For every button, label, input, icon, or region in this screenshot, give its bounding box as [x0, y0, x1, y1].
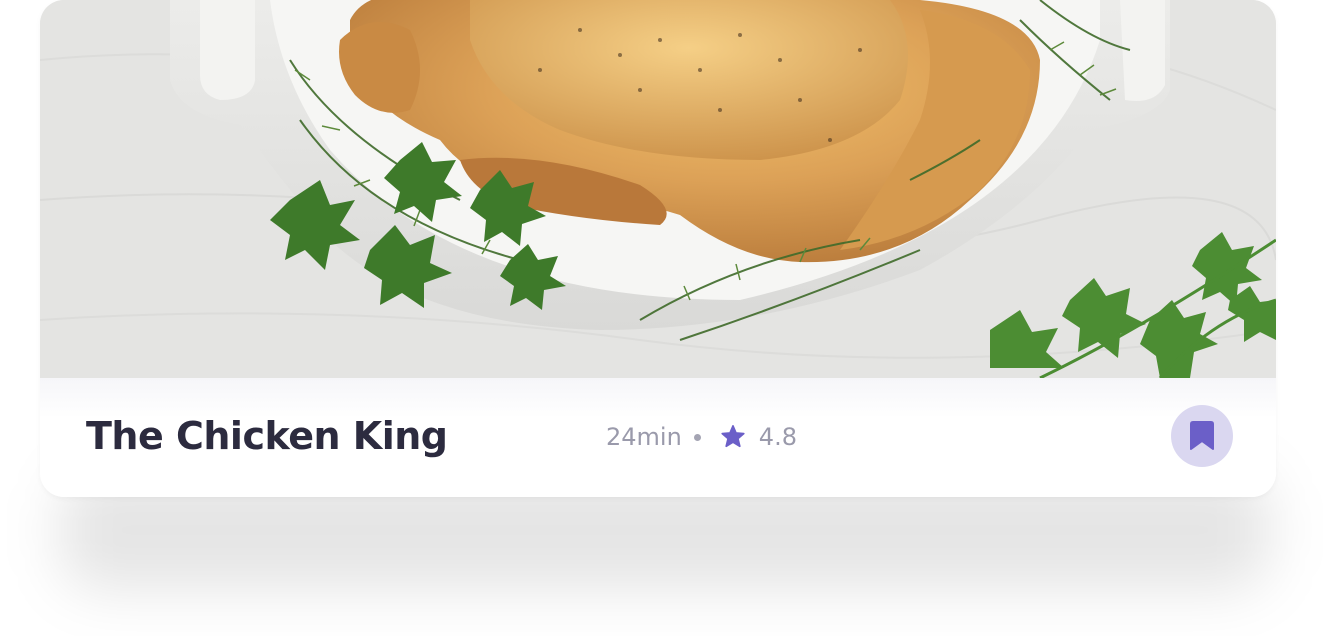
meta-separator-dot	[693, 433, 701, 441]
page: The Chicken King 24min 4.8	[0, 0, 1330, 636]
duration-text: 24min	[606, 423, 682, 451]
recipe-meta: 24min 4.8	[606, 420, 797, 454]
star-icon	[721, 425, 745, 448]
recipe-title: The Chicken King	[86, 414, 448, 458]
rating-value: 4.8	[758, 423, 797, 451]
recipe-info-bar: The Chicken King 24min 4.8	[40, 378, 1276, 497]
recipe-card[interactable]: The Chicken King 24min 4.8	[40, 0, 1276, 497]
bookmark-icon	[1190, 421, 1214, 450]
bookmark-button[interactable]	[1171, 405, 1233, 467]
recipe-photo	[40, 0, 1276, 378]
